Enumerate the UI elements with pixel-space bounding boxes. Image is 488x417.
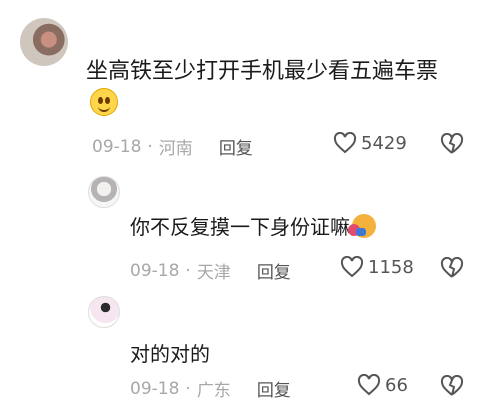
reply-date: 09-18 [130, 260, 180, 281]
reply-button[interactable]: 回复 [257, 258, 291, 283]
heart-icon [340, 256, 364, 278]
reply-text: 你不反复摸一下身份证嘛 [130, 211, 376, 243]
separator: · [185, 378, 191, 399]
reply-button[interactable]: 回复 [257, 376, 291, 401]
reply-date: 09-18 [130, 378, 180, 399]
like-count: 66 [385, 374, 408, 396]
comment-location: 河南 [158, 139, 193, 159]
dislike-button[interactable] [440, 374, 464, 401]
separator: · [185, 260, 191, 281]
broken-heart-icon [440, 132, 464, 154]
reply-meta: 09-18 · 广东 回复 [130, 376, 291, 402]
avatar[interactable] [88, 176, 120, 208]
comment-text: 坐高铁至少打开手机最少看五遍车票 [86, 56, 458, 121]
like-count: 1158 [368, 256, 414, 278]
reply-location: 天津 [196, 263, 231, 283]
avatar[interactable] [88, 296, 120, 328]
broken-heart-icon [440, 374, 464, 396]
reply-location: 广东 [196, 381, 231, 401]
emoji-icon [348, 214, 376, 238]
reply-meta: 09-18 · 天津 回复 [130, 258, 291, 284]
avatar[interactable] [20, 18, 68, 66]
like-count: 5429 [361, 132, 407, 154]
comment-meta: 09-18 · 河南 回复 [92, 134, 253, 160]
like-button[interactable]: 1158 [340, 256, 414, 278]
dislike-button[interactable] [440, 132, 464, 159]
broken-heart-icon [440, 256, 464, 278]
like-button[interactable]: 5429 [333, 132, 407, 154]
like-button[interactable]: 66 [357, 374, 408, 396]
comment-date: 09-18 [92, 136, 142, 157]
dislike-button[interactable] [440, 256, 464, 283]
reply-button[interactable]: 回复 [219, 134, 253, 159]
reply-text: 对的对的 [130, 342, 210, 366]
heart-icon [333, 132, 357, 154]
heart-icon [357, 374, 381, 396]
separator: · [147, 136, 153, 157]
smile-emoji-icon [90, 88, 118, 116]
